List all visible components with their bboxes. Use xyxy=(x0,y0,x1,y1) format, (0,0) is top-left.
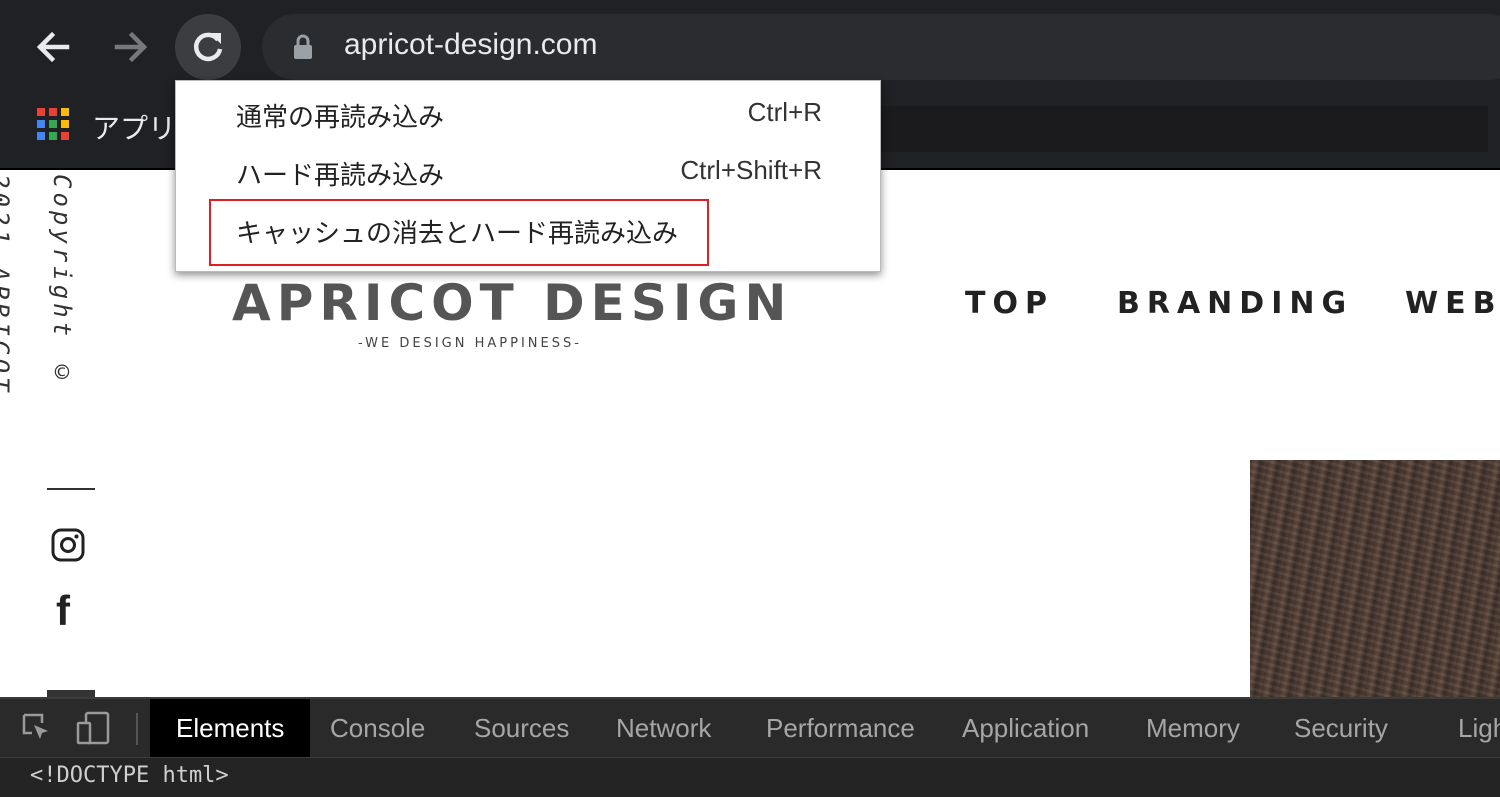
reload-icon xyxy=(193,32,223,62)
site-tagline: -WE DESIGN HAPPINESS- xyxy=(358,336,582,351)
forward-button[interactable] xyxy=(98,14,164,80)
menu-item-hard-reload[interactable]: ハード再読み込み Ctrl+Shift+R xyxy=(176,145,880,203)
instagram-icon[interactable] xyxy=(51,528,85,562)
address-bar[interactable]: apricot-design.com xyxy=(262,14,1500,80)
devtools-separator xyxy=(136,713,138,745)
tab-performance[interactable]: Performance xyxy=(766,699,915,757)
facebook-icon[interactable]: f xyxy=(56,590,70,632)
bookmarks-area xyxy=(878,106,1488,152)
apps-bookmark-label[interactable]: アプリ xyxy=(92,107,176,147)
nav-branding[interactable]: BRANDING xyxy=(1117,286,1353,321)
url-text[interactable]: apricot-design.com xyxy=(344,28,597,62)
tab-lighthouse[interactable]: Ligh xyxy=(1458,699,1500,757)
copyright-text: Copyright © xyxy=(48,174,76,391)
devtools-tabbar: Elements Console Sources Network Perform… xyxy=(0,697,1500,758)
tab-security[interactable]: Security xyxy=(1294,699,1388,757)
arrow-left-icon xyxy=(36,31,70,63)
reload-context-menu: 通常の再読み込み Ctrl+R ハード再読み込み Ctrl+Shift+R キャ… xyxy=(175,80,881,272)
nav-top[interactable]: TOP xyxy=(965,286,1054,321)
back-button[interactable] xyxy=(20,14,86,80)
dom-tree-line[interactable]: <!DOCTYPE html> xyxy=(30,763,229,788)
menu-item-label: ハード再読み込み xyxy=(236,161,445,191)
site-logo[interactable]: APRICOT DESIGN xyxy=(232,274,792,332)
arrow-right-icon xyxy=(114,31,148,63)
nav-web[interactable]: WEB xyxy=(1405,286,1500,321)
highlight-annotation-box xyxy=(209,199,709,266)
menu-item-label: 通常の再読み込み xyxy=(236,103,445,133)
device-toolbar-icon[interactable] xyxy=(76,711,112,745)
devtools-panel: Elements Console Sources Network Perform… xyxy=(0,697,1500,797)
tab-elements[interactable]: Elements xyxy=(150,699,311,757)
logo-registered-mark: ® xyxy=(726,310,736,321)
menu-item-shortcut: Ctrl+Shift+R xyxy=(680,155,822,185)
reload-button[interactable] xyxy=(175,14,241,80)
copyright-year-text: 2021 APRICOT xyxy=(0,174,14,396)
hero-image xyxy=(1250,460,1500,697)
menu-item-normal-reload[interactable]: 通常の再読み込み Ctrl+R xyxy=(176,87,880,145)
tab-network[interactable]: Network xyxy=(616,699,711,757)
sidebar-divider xyxy=(47,488,95,490)
tab-sources[interactable]: Sources xyxy=(474,699,569,757)
lock-icon xyxy=(294,34,312,59)
tab-console[interactable]: Console xyxy=(330,699,425,757)
inspect-element-icon[interactable] xyxy=(20,711,52,743)
tab-application[interactable]: Application xyxy=(962,699,1089,757)
sidebar-bottom-mark xyxy=(47,690,95,697)
apps-grid-icon[interactable] xyxy=(37,108,69,140)
menu-item-shortcut: Ctrl+R xyxy=(747,97,822,127)
tab-memory[interactable]: Memory xyxy=(1146,699,1240,757)
